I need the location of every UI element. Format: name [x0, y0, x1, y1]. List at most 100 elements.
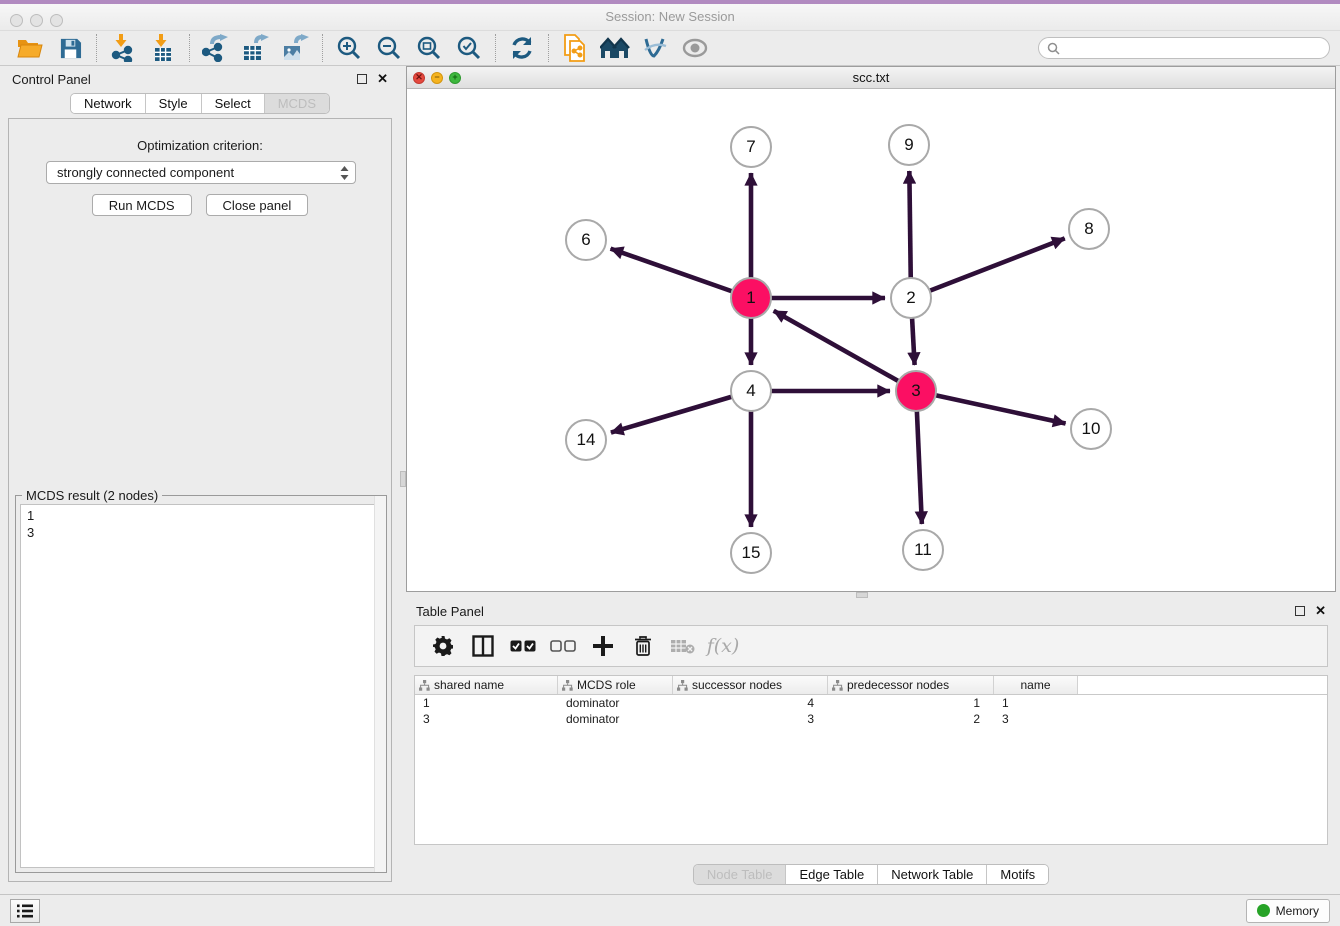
control-panel-title: Control Panel	[12, 72, 91, 87]
table-header-row: shared name MCDS role successor nodes pr…	[415, 676, 1327, 695]
minimize-window-button[interactable]	[30, 14, 43, 27]
table-row[interactable]: 1 dominator 4 1 1	[415, 695, 1327, 711]
vizmapper-icon[interactable]	[635, 33, 675, 63]
column-header-successor-nodes[interactable]: successor nodes	[673, 676, 828, 694]
copy-network-icon[interactable]	[555, 33, 595, 63]
delete-table-icon	[665, 630, 701, 662]
search-icon	[1047, 42, 1060, 55]
float-panel-icon[interactable]	[1295, 606, 1305, 616]
refresh-icon[interactable]	[502, 33, 542, 63]
graph-edge-2-8[interactable]	[911, 238, 1065, 298]
columns-icon[interactable]	[465, 630, 501, 662]
graph-node-4[interactable]: 4	[730, 370, 772, 412]
graph-node-1[interactable]: 1	[730, 277, 772, 319]
search-input[interactable]	[1065, 41, 1321, 55]
eye-icon[interactable]	[675, 33, 715, 63]
zoom-window-button[interactable]	[50, 14, 63, 27]
tab-mcds[interactable]: MCDS	[265, 94, 329, 113]
memory-button[interactable]: Memory	[1246, 899, 1330, 923]
zoom-fit-icon[interactable]	[409, 33, 449, 63]
cell-name[interactable]: 1	[994, 696, 1078, 710]
gear-icon[interactable]	[425, 630, 461, 662]
cell-mcds-role[interactable]: dominator	[558, 712, 673, 726]
window-controls[interactable]	[10, 14, 63, 27]
graph-edge-3-10[interactable]	[916, 391, 1066, 423]
export-network-icon[interactable]	[196, 33, 236, 63]
tab-edge-table[interactable]: Edge Table	[786, 865, 878, 884]
float-panel-icon[interactable]	[357, 74, 367, 84]
tab-style[interactable]: Style	[146, 94, 202, 113]
tab-network-table[interactable]: Network Table	[878, 865, 987, 884]
cell-successor-nodes[interactable]: 4	[673, 696, 828, 710]
close-network-button[interactable]: ✕	[413, 72, 425, 84]
control-panel-header: Control Panel ✕	[0, 66, 400, 92]
zoom-selected-icon[interactable]	[449, 33, 489, 63]
tab-motifs[interactable]: Motifs	[987, 865, 1048, 884]
deselect-all-icon[interactable]	[545, 630, 581, 662]
toolbar-separator	[548, 34, 549, 62]
zoom-in-icon[interactable]	[329, 33, 369, 63]
close-panel-button[interactable]: Close panel	[206, 194, 309, 216]
import-network-icon[interactable]	[103, 33, 143, 63]
graph-edges	[407, 89, 1335, 591]
close-panel-icon[interactable]: ✕	[1315, 603, 1326, 619]
graph-node-10[interactable]: 10	[1070, 408, 1112, 450]
graph-edge-1-6[interactable]	[611, 249, 751, 298]
tab-network[interactable]: Network	[71, 94, 146, 113]
network-window-titlebar[interactable]: ✕ − + scc.txt	[407, 67, 1335, 89]
column-header-mcds-role[interactable]: MCDS role	[558, 676, 673, 694]
task-history-button[interactable]	[10, 899, 40, 923]
graph-edge-3-1[interactable]	[774, 311, 916, 391]
graph-node-15[interactable]: 15	[730, 532, 772, 574]
mcds-result-text[interactable]: 1 3	[20, 504, 382, 868]
graph-node-8[interactable]: 8	[1068, 208, 1110, 250]
cell-shared-name[interactable]: 1	[415, 696, 558, 710]
mcds-result-scrollbar[interactable]	[374, 496, 386, 872]
tab-select[interactable]: Select	[202, 94, 265, 113]
cell-mcds-role[interactable]: dominator	[558, 696, 673, 710]
close-panel-icon[interactable]: ✕	[377, 71, 388, 87]
graph-node-11[interactable]: 11	[902, 529, 944, 571]
export-table-icon[interactable]	[236, 33, 276, 63]
export-image-icon[interactable]	[276, 33, 316, 63]
import-table-icon[interactable]	[143, 33, 183, 63]
mcds-result-title: MCDS result (2 nodes)	[22, 488, 162, 503]
cell-shared-name[interactable]: 3	[415, 712, 558, 726]
table-row[interactable]: 3 dominator 3 2 3	[415, 711, 1327, 727]
column-header-predecessor-nodes[interactable]: predecessor nodes	[828, 676, 994, 694]
run-mcds-button[interactable]: Run MCDS	[92, 194, 192, 216]
graph-node-6[interactable]: 6	[565, 219, 607, 261]
network-view-window: ✕ − + scc.txt 7 9 6 8 1 2 4 3 14 10 15 11	[406, 66, 1336, 592]
cell-predecessor-nodes[interactable]: 2	[828, 712, 994, 726]
open-folder-icon[interactable]	[10, 33, 50, 63]
maximize-network-button[interactable]: +	[449, 72, 461, 84]
search-box[interactable]	[1038, 37, 1330, 59]
cell-successor-nodes[interactable]: 3	[673, 712, 828, 726]
graph-node-2[interactable]: 2	[890, 277, 932, 319]
column-header-name[interactable]: name	[994, 676, 1078, 694]
column-header-shared-name[interactable]: shared name	[415, 676, 558, 694]
list-icon	[17, 904, 33, 918]
cell-name[interactable]: 3	[994, 712, 1078, 726]
plus-icon[interactable]	[585, 630, 621, 662]
graph-node-7[interactable]: 7	[730, 126, 772, 168]
select-all-icon[interactable]	[505, 630, 541, 662]
home-icon[interactable]	[595, 33, 635, 63]
selected-option: strongly connected component	[57, 165, 234, 180]
mcds-result-group: MCDS result (2 nodes) 1 3	[15, 495, 387, 873]
graph-node-14[interactable]: 14	[565, 419, 607, 461]
graph-node-3[interactable]: 3	[895, 370, 937, 412]
zoom-out-icon[interactable]	[369, 33, 409, 63]
graph-node-9[interactable]: 9	[888, 124, 930, 166]
node-table[interactable]: shared name MCDS role successor nodes pr…	[414, 675, 1328, 845]
network-window-controls[interactable]: ✕ − +	[413, 72, 461, 84]
network-canvas[interactable]: 7 9 6 8 1 2 4 3 14 10 15 11	[407, 89, 1335, 591]
trash-icon[interactable]	[625, 630, 661, 662]
cell-predecessor-nodes[interactable]: 1	[828, 696, 994, 710]
minimize-network-button[interactable]: −	[431, 72, 443, 84]
tab-node-table[interactable]: Node Table	[694, 865, 787, 884]
close-window-button[interactable]	[10, 14, 23, 27]
table-panel-title: Table Panel	[416, 604, 484, 619]
save-icon[interactable]	[50, 33, 90, 63]
optimization-criterion-select[interactable]: strongly connected component	[46, 161, 356, 184]
